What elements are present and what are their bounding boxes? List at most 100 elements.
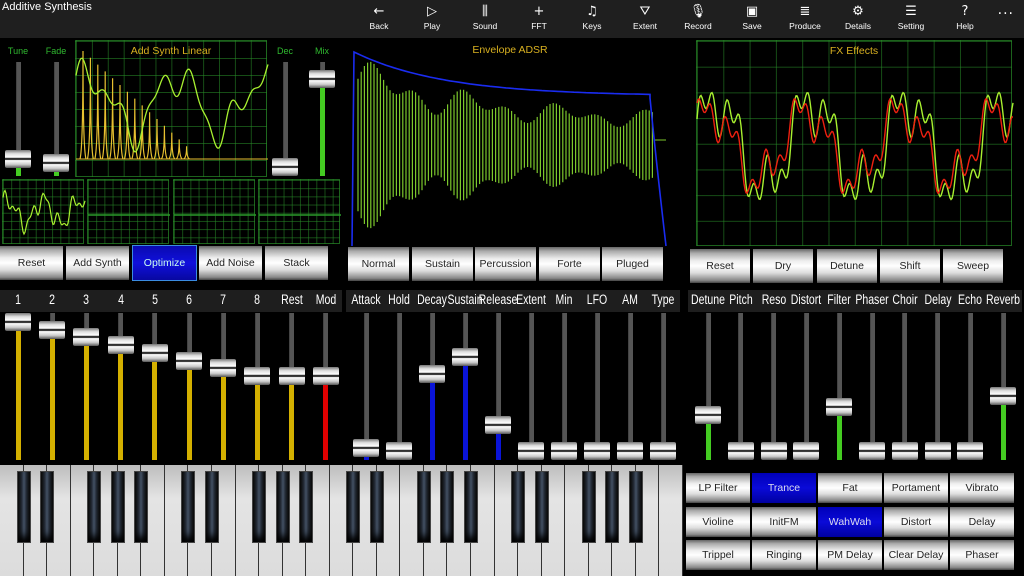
fx-slider-phaser-thumb[interactable] [859,442,885,460]
synth-add-synth-button[interactable]: Add Synth [66,246,129,280]
envelope-forte-button[interactable]: Forte [539,247,600,281]
effect-distort-button[interactable]: Distort [884,506,948,537]
envelope-slider-hold-thumb[interactable] [386,442,412,460]
fx-slider-reso[interactable] [759,313,789,460]
black-key[interactable] [346,471,361,543]
black-key[interactable] [628,471,643,543]
effect-trance-button[interactable]: Trance [752,473,816,503]
harmonic-slider-rest-thumb[interactable] [278,367,305,386]
black-key[interactable] [204,471,219,543]
black-key[interactable] [416,471,431,543]
help-button[interactable]: ? Help [940,4,990,36]
effect-pm-delay-button[interactable]: PM Delay [818,540,882,570]
black-key[interactable] [511,471,526,543]
envelope-slider-type-thumb[interactable] [650,442,676,460]
fx-shift-button[interactable]: Shift [880,249,940,283]
fx-slider-choir[interactable] [890,313,920,460]
more-options-button[interactable]: ··· [998,6,1014,22]
black-key[interactable] [16,471,31,543]
fx-slider-pitch-thumb[interactable] [727,442,754,460]
effect-clear-delay-button[interactable]: Clear Delay [884,540,948,570]
envelope-slider-release[interactable] [483,313,513,460]
fx-slider-echo-thumb[interactable] [957,442,984,460]
fx-slider-pitch[interactable] [726,313,756,460]
dec-slider[interactable] [270,62,300,176]
envelope-slider-am[interactable] [615,313,645,460]
fx-detune-button[interactable]: Detune [817,249,877,283]
harmonic-slider-mod[interactable] [311,313,341,460]
produce-button[interactable]: ≣ Produce [780,4,830,36]
envelope-pluged-button[interactable]: Pluged [602,247,663,281]
envelope-slider-lfo[interactable] [582,313,612,460]
harmonic-slider-5-thumb[interactable] [141,343,168,362]
envelope-slider-extent-thumb[interactable] [518,442,544,460]
black-key[interactable] [299,471,314,543]
envelope-sustain-button[interactable]: Sustain [412,247,473,281]
effect-violine-button[interactable]: Violine [686,506,750,537]
black-key[interactable] [40,471,55,543]
fx-slider-choir-thumb[interactable] [891,442,918,460]
harmonic-slider-4-thumb[interactable] [107,336,134,355]
mix-slider-thumb[interactable] [309,69,335,88]
envelope-slider-type[interactable] [648,313,678,460]
fx-slider-detune[interactable] [693,313,723,460]
black-key[interactable] [110,471,125,543]
synth-optimize-button[interactable]: Optimize [132,245,197,281]
harmonic-slider-7-thumb[interactable] [210,359,237,378]
envelope-slider-release-thumb[interactable] [485,416,511,435]
envelope-slider-am-thumb[interactable] [617,442,643,460]
black-key[interactable] [581,471,596,543]
harmonic-slider-1[interactable] [3,313,33,460]
harmonic-slider-6[interactable] [174,313,204,460]
back-button[interactable]: ← Back [354,4,404,36]
harmonic-slider-8[interactable] [242,313,272,460]
black-key[interactable] [181,471,196,543]
black-key[interactable] [534,471,549,543]
fx-dry-button[interactable]: Dry [753,249,813,283]
harmonic-slider-2-thumb[interactable] [39,320,66,339]
mix-slider[interactable] [307,62,337,176]
fx-slider-reverb[interactable] [988,313,1018,460]
synth-stack-button[interactable]: Stack [265,246,328,280]
black-key[interactable] [440,471,455,543]
fx-slider-filter[interactable] [824,313,854,460]
save-button[interactable]: ▣ Save [727,4,777,36]
fx-slider-detune-thumb[interactable] [695,405,721,424]
black-key[interactable] [605,471,620,543]
fx-slider-delay-thumb[interactable] [924,442,951,460]
black-key[interactable] [87,471,102,543]
envelope-slider-decay-thumb[interactable] [419,364,445,383]
fx-slider-distort-thumb[interactable] [793,442,820,460]
fx-slider-filter-thumb[interactable] [826,398,853,417]
black-key[interactable] [464,471,479,543]
harmonic-slider-5[interactable] [140,313,170,460]
fft-button[interactable]: + FFT [514,4,564,36]
synth-add-noise-button[interactable]: Add Noise [199,246,262,280]
black-key[interactable] [369,471,384,543]
tune-slider[interactable] [3,62,33,176]
tune-slider-thumb[interactable] [5,150,31,169]
harmonic-slider-8-thumb[interactable] [244,367,271,386]
white-key[interactable] [659,465,683,576]
effect-phaser-button[interactable]: Phaser [950,540,1014,570]
fx-slider-distort[interactable] [791,313,821,460]
envelope-slider-sustain[interactable] [450,313,480,460]
fx-slider-reverb-thumb[interactable] [990,386,1017,405]
effect-vibrato-button[interactable]: Vibrato [950,473,1014,503]
envelope-slider-sustain-thumb[interactable] [452,347,478,366]
play-button[interactable]: ▷ Play [407,4,457,36]
envelope-slider-min[interactable] [549,313,579,460]
record-button[interactable]: 🎙 Record [673,4,723,36]
harmonic-slider-6-thumb[interactable] [176,351,202,370]
envelope-slider-extent[interactable] [516,313,546,460]
fx-sweep-button[interactable]: Sweep [943,249,1003,283]
fx-slider-delay[interactable] [923,313,953,460]
fx-slider-echo[interactable] [955,313,985,460]
dec-slider-thumb[interactable] [272,158,298,176]
extent-button[interactable]: ⛛ Extent [620,4,670,36]
envelope-normal-button[interactable]: Normal [348,247,409,281]
effect-lp-filter-button[interactable]: LP Filter [686,473,750,503]
envelope-slider-attack[interactable] [351,313,381,460]
fx-slider-phaser[interactable] [857,313,887,460]
keys-button[interactable]: ♫ Keys [567,4,617,36]
